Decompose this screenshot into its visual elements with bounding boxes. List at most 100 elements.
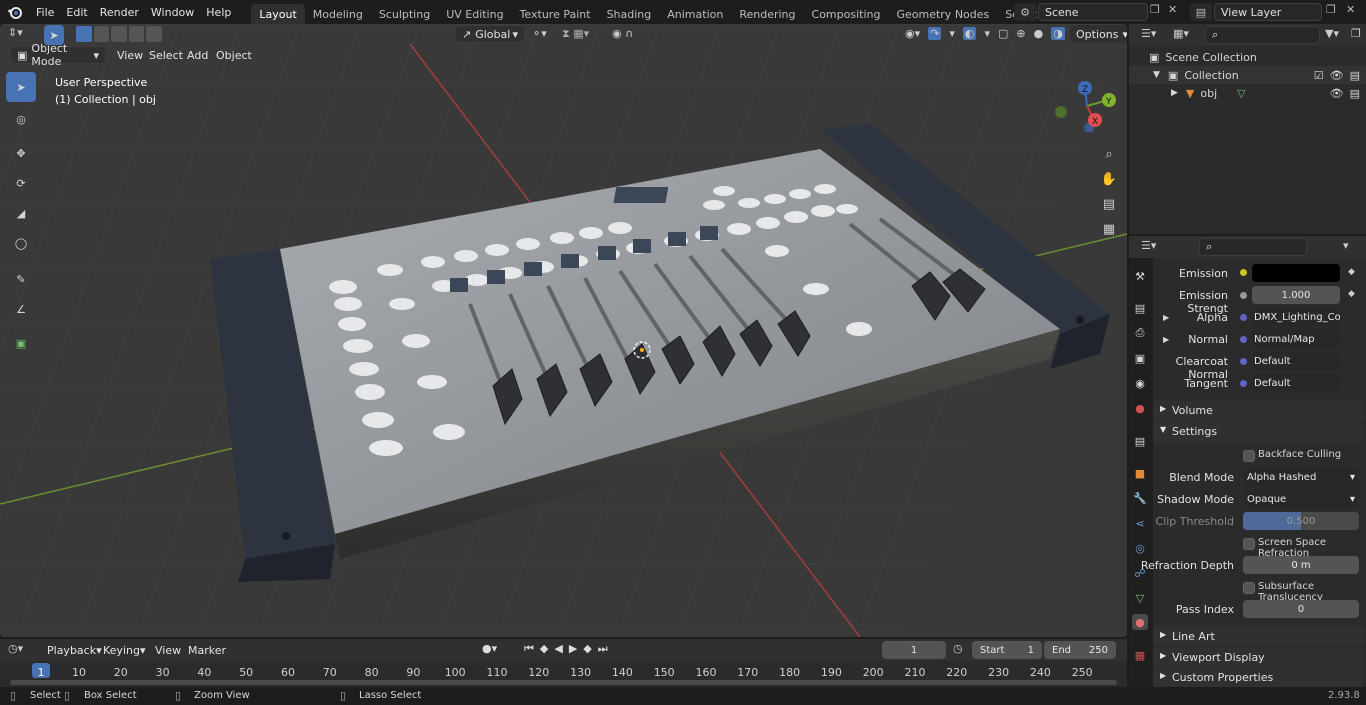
select-box-tool-icon[interactable]: ➤ (6, 72, 36, 102)
tab-geometry-nodes[interactable]: Geometry Nodes (888, 4, 997, 24)
snap-icon[interactable]: ⧗ ▦▾ (562, 27, 589, 41)
modifier-tab-icon[interactable]: 🔧 (1132, 490, 1148, 506)
emission-color[interactable] (1252, 264, 1340, 282)
expand-arrow-icon[interactable]: ▶ (1171, 88, 1178, 98)
refraction-depth-field[interactable]: 0 m (1243, 556, 1359, 574)
record-button-icon[interactable]: ●▾ (482, 642, 497, 655)
scene-field[interactable]: Scene (1038, 3, 1148, 21)
visibility-icons[interactable]: ◉▾ ↷ ▾ ◐ ▾ ▢ ⊕ ● ◑ ○ ▾ (905, 27, 1096, 40)
eye-icon[interactable]: 👁 (1330, 87, 1344, 100)
menu-file[interactable]: File (30, 0, 60, 24)
tab-uv-editing[interactable]: UV Editing (438, 4, 511, 24)
subsurface-checkbox[interactable] (1243, 582, 1255, 594)
tangent-field[interactable]: Default (1252, 374, 1340, 392)
tab-rendering[interactable]: Rendering (731, 4, 803, 24)
current-frame-field[interactable]: 1 (882, 641, 946, 659)
overlays-dropdown-icon[interactable]: ▾ (984, 27, 990, 40)
menu-edit[interactable]: Edit (60, 0, 93, 24)
viewport-menu-view[interactable]: View (112, 45, 148, 65)
solid-shading-icon[interactable]: ● (1034, 27, 1044, 40)
3d-viewport[interactable]: ▣ Object Mode ▾ View Select Add Object ⇕… (0, 24, 1127, 637)
display-mode-icon[interactable]: ▦▾ (1173, 27, 1189, 40)
view-layer-icon[interactable]: ▤ (1190, 3, 1212, 21)
play-icon[interactable]: ▶ (569, 642, 577, 656)
render-tab-icon[interactable]: ▤ (1132, 300, 1148, 316)
backface-culling-checkbox[interactable] (1243, 450, 1255, 462)
scale-tool-icon[interactable]: ◢ (6, 198, 36, 228)
emission-anim-dot[interactable]: ◆ (1348, 267, 1355, 277)
blender-logo-icon[interactable] (0, 2, 30, 22)
mode-dropdown[interactable]: ▣ Object Mode ▾ (10, 42, 106, 68)
tool-tab-icon[interactable]: ⚒ (1132, 268, 1148, 284)
render-camera-icon[interactable]: ▤ (1350, 87, 1360, 100)
tab-sculpting[interactable]: Sculpting (371, 4, 438, 24)
properties-editor-icon[interactable]: ☰▾ (1141, 239, 1156, 252)
outliner-row-scene-collection[interactable]: ▣ Scene Collection (1149, 48, 1257, 66)
pass-index-field[interactable]: 0 (1243, 600, 1359, 618)
annotate-tool-icon[interactable]: ✎ (6, 264, 36, 294)
transform-tool-icon[interactable]: ◯ (6, 228, 36, 258)
clearcoat-normal-field[interactable]: Default (1252, 352, 1340, 370)
outliner-row-collection[interactable]: ▼ ▣ Collection ☑ 👁 ▤ (1129, 66, 1366, 84)
world-tab-icon[interactable]: ● (1132, 400, 1148, 416)
data-tab-icon[interactable]: ▽ (1132, 590, 1148, 606)
normal-expand-icon[interactable]: ▶ (1163, 335, 1169, 344)
tab-compositing[interactable]: Compositing (804, 4, 889, 24)
clip-threshold-slider[interactable]: 0.500 (1243, 512, 1359, 530)
tab-animation[interactable]: Animation (659, 4, 731, 24)
blend-mode-dropdown[interactable]: Alpha Hashed ▾ (1243, 468, 1359, 486)
prev-keyframe-icon[interactable]: ◆ (540, 642, 548, 656)
timeline-scrollbar[interactable] (10, 680, 1117, 685)
render-camera-icon[interactable]: ▤ (1350, 69, 1360, 82)
next-keyframe-icon[interactable]: ◆ (583, 642, 591, 656)
emission-strength-field[interactable]: 1.000 (1252, 286, 1340, 304)
remove-scene-icon[interactable]: ✕ (1168, 3, 1182, 21)
outliner-row-obj[interactable]: ▶ ▼ obj ▽ 👁 ▤ (1129, 84, 1366, 102)
normal-link-field[interactable]: Normal/Map (1252, 330, 1340, 348)
gizmo-dropdown-icon[interactable]: ▾ (949, 27, 955, 40)
camera-icon[interactable]: ▤ (1098, 192, 1120, 217)
navigation-gizmo[interactable]: Y Z X (1052, 80, 1122, 133)
texture-tab-icon[interactable]: ▦ (1132, 647, 1148, 663)
options-button[interactable]: Options ▾ (1070, 25, 1127, 43)
clock-icon[interactable]: ◷ (953, 642, 963, 655)
start-frame-field[interactable]: Start 1 (972, 641, 1042, 659)
viewport-menu-object[interactable]: Object (211, 45, 257, 65)
filter-icon[interactable]: ▼▾ (1325, 27, 1339, 40)
expand-arrow-icon[interactable]: ▼ (1153, 70, 1160, 80)
tab-shading[interactable]: Shading (599, 4, 660, 24)
grid-view-icon[interactable]: ▦ (1098, 217, 1120, 242)
output-tab-icon[interactable]: ⎙ (1132, 325, 1148, 341)
outliner-search[interactable]: ⌕ (1205, 26, 1320, 44)
pivot-icon[interactable]: ⚬▾ (532, 27, 547, 40)
move-tool-icon[interactable]: ✥ (6, 138, 36, 168)
tab-layout[interactable]: Layout (251, 4, 305, 24)
wireframe-shading-icon[interactable]: ⊕ (1016, 27, 1025, 40)
view-layer-field[interactable]: View Layer (1214, 3, 1322, 21)
properties-search[interactable]: ⌕ (1199, 238, 1307, 256)
viewport-menu-add[interactable]: Add (182, 45, 213, 65)
object-visibility-icon[interactable]: ◉▾ (905, 27, 920, 40)
menu-help[interactable]: Help (200, 0, 237, 24)
material-tab-icon[interactable]: ● (1132, 614, 1148, 630)
physics-tab-icon[interactable]: ◎ (1132, 540, 1148, 556)
menu-window[interactable]: Window (145, 0, 200, 24)
emission-strength-anim-dot[interactable]: ◆ (1348, 289, 1355, 299)
editor-type-icon[interactable]: ⇕▾ (8, 26, 38, 44)
tab-modeling[interactable]: Modeling (305, 4, 371, 24)
timeline-menu-playback[interactable]: Playback ▾ (42, 640, 107, 660)
timeline-menu-view[interactable]: View (150, 640, 186, 660)
timeline-menu-marker[interactable]: Marker (183, 640, 231, 660)
menu-render[interactable]: Render (94, 0, 145, 24)
object-tab-icon[interactable]: ■ (1132, 465, 1148, 481)
zoom-icon[interactable]: ⌕ (1098, 142, 1120, 167)
end-frame-field[interactable]: End 250 (1044, 641, 1116, 659)
tab-texture-paint[interactable]: Texture Paint (512, 4, 599, 24)
select-tool-header-icon[interactable]: ➤ (44, 25, 64, 45)
play-reverse-icon[interactable]: ◀ (554, 642, 562, 656)
shadow-mode-dropdown[interactable]: Opaque ▾ (1243, 490, 1359, 508)
new-view-layer-icon[interactable]: ❐ (1326, 3, 1342, 21)
pan-hand-icon[interactable]: ✋ (1098, 167, 1120, 192)
new-scene-icon[interactable]: ❐ (1150, 3, 1166, 21)
jump-start-icon[interactable]: ⏮ (524, 642, 534, 656)
